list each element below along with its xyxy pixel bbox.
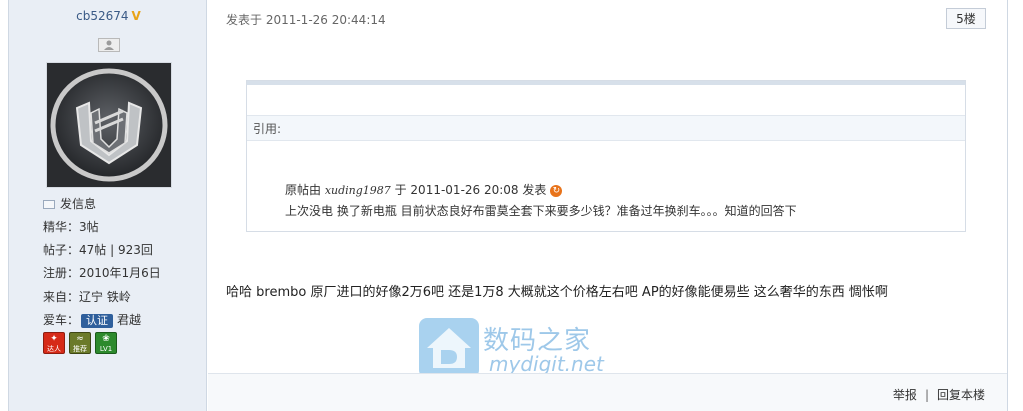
tuijian-medal-icon[interactable]: ≈ 推荐 (69, 332, 91, 354)
stat-posts: 帖子：47帖 | 923回 (43, 243, 153, 257)
stat-jinghua: 精华：3帖 (43, 220, 99, 234)
send-message-link[interactable]: 发信息 (43, 195, 96, 212)
verified-badge: V (131, 9, 141, 23)
quote-block: 引用: 原帖由 xuding1987 于 2011-01-26 20:08 发表… (246, 80, 966, 232)
footer-separator: | (924, 388, 929, 402)
lv1-medal-icon[interactable]: ❀ LV1 (95, 332, 117, 354)
quote-text: 上次没电 换了新电瓶 目前状态良好布雷莫全套下来要多少钱？准备过年换刹车。。。知… (285, 204, 797, 218)
goto-post-icon[interactable]: ↻ (550, 184, 563, 197)
stat-registered: 注册：2010年1月6日 (43, 266, 161, 280)
car-label: 爱车： (43, 313, 80, 327)
post-footer: 举报 | 回复本楼 (208, 373, 1007, 411)
cert-badge[interactable]: 认证 (81, 314, 114, 328)
send-message-label[interactable]: 发信息 (60, 197, 96, 211)
author-name[interactable]: cb52674 (76, 9, 128, 23)
author-sidebar: cb52674 V 发信息 精华：3帖 帖子：47帖 | 923回 注册：2010… (8, 0, 207, 411)
quote-suffix: 于 2011-01-26 20:08 发表 (390, 183, 547, 197)
floor-number[interactable]: 5楼 (946, 8, 986, 29)
avatar[interactable] (46, 62, 172, 188)
stat-car: 爱车： 认证 君越 (43, 311, 141, 328)
car-value: 君越 (117, 313, 142, 327)
quote-meta: 原帖由 xuding1987 于 2011-01-26 20:08 发表 ↻ (285, 181, 563, 198)
quote-prefix: 原帖由 (285, 183, 325, 197)
offline-status-icon (98, 38, 120, 52)
quote-header: 引用: (247, 115, 965, 141)
reply-link[interactable]: 回复本楼 (937, 388, 985, 402)
envelope-icon (43, 200, 55, 209)
report-link[interactable]: 举报 (893, 388, 917, 402)
post-time: 发表于 2011-1-26 20:44:14 (226, 13, 386, 27)
author-username[interactable]: cb52674 V (9, 9, 208, 23)
post-body: 哈哈 brembo 原厂进口的好像2万6吧 还是1万8 大概就这个价格左右吧 A… (226, 285, 888, 300)
post-main: 发表于 2011-1-26 20:44:14 5楼 引用: 原帖由 xuding… (208, 0, 1008, 411)
quote-author: xuding1987 (324, 184, 391, 197)
quote-divider (247, 81, 965, 85)
footer-links: 举报 | 回复本楼 (893, 386, 985, 403)
daren-medal-icon[interactable]: ✦ 达人 (43, 332, 65, 354)
stat-from: 来自：辽宁 铁岭 (43, 290, 131, 304)
house-logo-icon (419, 318, 479, 378)
